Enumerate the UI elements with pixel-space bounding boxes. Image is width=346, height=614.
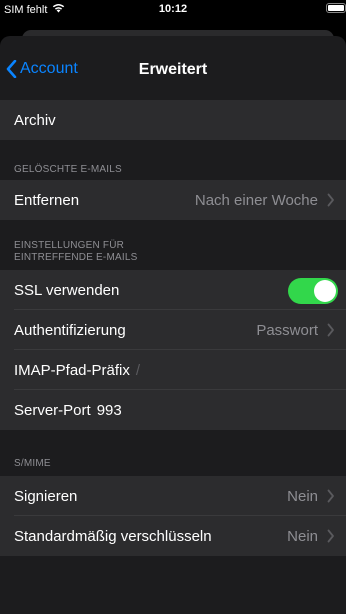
server-port-field[interactable]: 993 — [97, 402, 122, 419]
ssl-toggle[interactable] — [288, 278, 338, 304]
encrypt-row[interactable]: Standardmäßig verschlüsseln Nein — [0, 516, 346, 556]
archive-label: Archiv — [14, 111, 56, 129]
sign-value: Nein — [287, 487, 318, 505]
deleted-section-header-text: GELÖSCHTE E-MAILS — [14, 164, 122, 175]
remove-label: Entfernen — [14, 191, 80, 209]
sign-label: Signieren — [14, 487, 78, 505]
incoming-section-header-line2: EINTREFFENDE E-MAILS — [14, 252, 138, 263]
chevron-right-icon — [327, 193, 334, 207]
server-port-label: Server-Port — [14, 401, 91, 419]
chevron-right-icon — [327, 323, 334, 337]
imap-prefix-label: IMAP-Pfad-Präfix — [14, 361, 130, 379]
deleted-section-header: GELÖSCHTE E-MAILS — [0, 164, 346, 180]
authentication-value: Passwort — [256, 321, 318, 339]
sign-row[interactable]: Signieren Nein — [0, 476, 346, 516]
incoming-section-header: EINSTELLUNGEN FÜR EINTREFFENDE E-MAILS — [0, 240, 346, 270]
ssl-row: SSL verwenden — [0, 270, 346, 310]
chevron-right-icon — [327, 489, 334, 503]
incoming-section-header-line1: EINSTELLUNGEN FÜR — [14, 240, 125, 251]
status-time: 10:12 — [158, 3, 188, 15]
toggle-knob — [314, 280, 336, 302]
authentication-row[interactable]: Authentifizierung Passwort — [0, 310, 346, 350]
status-bar: SIM fehlt 10:12 — [0, 0, 346, 18]
settings-sheet: Account Erweitert Archiv GELÖSCHTE E-MAI… — [0, 36, 346, 614]
smime-section-header: S/MIME — [0, 458, 346, 476]
smime-section-header-text: S/MIME — [14, 458, 51, 469]
page-title: Erweitert — [138, 61, 208, 78]
remove-row[interactable]: Entfernen Nach einer Woche — [0, 180, 346, 220]
encrypt-label: Standardmäßig verschlüsseln — [14, 527, 212, 545]
imap-prefix-field[interactable]: / — [136, 362, 140, 379]
remove-value: Nach einer Woche — [194, 191, 318, 209]
authentication-label: Authentifizierung — [14, 321, 126, 339]
encrypt-value: Nein — [287, 527, 318, 545]
imap-prefix-row[interactable]: IMAP-Pfad-Präfix / — [0, 350, 346, 390]
server-port-row[interactable]: Server-Port 993 — [0, 390, 346, 430]
ssl-label: SSL verwenden — [14, 281, 120, 299]
battery-icon — [326, 3, 346, 13]
navigation-bar: Account Erweitert — [0, 36, 346, 100]
archive-row[interactable]: Archiv — [0, 100, 346, 140]
chevron-right-icon — [327, 529, 334, 543]
